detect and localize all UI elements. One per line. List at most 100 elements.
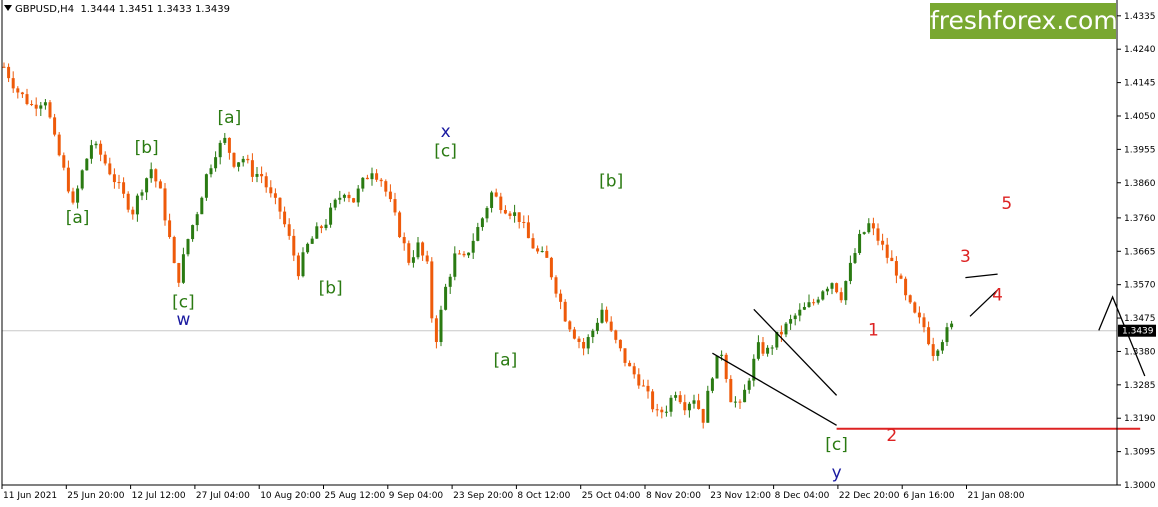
price-chart[interactable]: [a][b][c]w[a][b]x[c][a][b][c]y12345 1.43… bbox=[0, 0, 1158, 507]
candle-body bbox=[927, 327, 931, 345]
y-tick-label: 1.3095 bbox=[1124, 448, 1156, 458]
x-tick-label: 6 Jan 16:00 bbox=[903, 491, 955, 501]
candle-body bbox=[950, 323, 954, 328]
candle-body bbox=[568, 321, 572, 330]
candle-body bbox=[181, 254, 185, 283]
candle-body bbox=[945, 327, 949, 343]
candle-body bbox=[572, 329, 576, 339]
candle bbox=[913, 301, 917, 314]
candle-body bbox=[163, 188, 167, 221]
candle-body bbox=[467, 252, 471, 256]
candle-body bbox=[218, 142, 222, 158]
candle-body bbox=[623, 348, 627, 363]
candle-body bbox=[53, 117, 57, 135]
candle-body bbox=[158, 181, 162, 189]
candle-body bbox=[490, 192, 494, 208]
candle bbox=[821, 290, 825, 301]
candle-body bbox=[177, 263, 181, 283]
candle bbox=[651, 389, 655, 413]
candle-body bbox=[333, 199, 337, 208]
candle-body bbox=[899, 275, 903, 279]
candle-body bbox=[227, 137, 231, 153]
menu-triangle-icon[interactable] bbox=[4, 5, 12, 11]
candle-body bbox=[738, 401, 742, 403]
candle-body bbox=[352, 198, 356, 203]
candle-body bbox=[186, 239, 190, 255]
candle-body bbox=[356, 188, 360, 203]
y-tick-label: 1.4335 bbox=[1124, 12, 1156, 22]
candle-body bbox=[651, 391, 655, 410]
candle-body bbox=[922, 317, 926, 328]
candle-body bbox=[131, 209, 135, 215]
candle bbox=[710, 377, 714, 394]
candle-body bbox=[660, 409, 664, 413]
candle-body bbox=[784, 323, 788, 335]
y-tick-label: 1.3955 bbox=[1124, 145, 1156, 155]
wave-label: 1 bbox=[868, 321, 879, 341]
candle-body bbox=[255, 173, 259, 177]
candle-body bbox=[577, 338, 581, 342]
y-tick-label: 1.3000 bbox=[1124, 481, 1156, 491]
candle-body bbox=[425, 255, 429, 262]
candle-body bbox=[329, 207, 333, 225]
candle-body bbox=[108, 163, 112, 175]
candle-body bbox=[379, 179, 383, 182]
candle-body bbox=[637, 374, 641, 386]
candle-body bbox=[269, 187, 273, 194]
candle-body bbox=[462, 253, 466, 256]
candle-body bbox=[260, 173, 264, 177]
candle-body bbox=[844, 281, 848, 301]
candle-body bbox=[563, 301, 567, 322]
candle-body bbox=[30, 104, 34, 106]
candle-body bbox=[835, 283, 839, 293]
y-tick-label: 1.3665 bbox=[1124, 247, 1156, 257]
candle bbox=[715, 355, 719, 379]
candle-body bbox=[586, 337, 590, 349]
candle-body bbox=[384, 181, 388, 192]
candle-body bbox=[549, 257, 553, 278]
x-tick-label: 10 Aug 20:00 bbox=[260, 491, 321, 501]
candle bbox=[549, 256, 553, 280]
candle-body bbox=[503, 209, 507, 214]
candle-body bbox=[904, 278, 908, 296]
candle-body bbox=[112, 174, 116, 183]
candle-body bbox=[43, 102, 47, 106]
candle-body bbox=[434, 318, 438, 343]
candle-body bbox=[71, 191, 75, 203]
x-tick-label: 22 Dec 20:00 bbox=[839, 491, 900, 501]
candle bbox=[398, 210, 402, 239]
candle bbox=[729, 375, 733, 403]
candle bbox=[172, 235, 176, 264]
candle-body bbox=[724, 354, 728, 379]
candle-body bbox=[802, 306, 806, 310]
wave-label: [b] bbox=[135, 138, 159, 158]
candle bbox=[85, 158, 89, 171]
candle-body bbox=[347, 194, 351, 199]
candle-body bbox=[476, 227, 480, 241]
candle-body bbox=[669, 397, 673, 412]
candle-body bbox=[278, 197, 282, 212]
wave-label: x bbox=[441, 122, 451, 142]
candle bbox=[126, 191, 130, 213]
wave-label: [a] bbox=[494, 351, 518, 371]
candle-body bbox=[338, 197, 342, 200]
x-tick-label: 23 Sep 20:00 bbox=[453, 491, 513, 501]
candle bbox=[204, 173, 208, 201]
candle-body bbox=[646, 385, 650, 392]
candle-body bbox=[34, 104, 38, 109]
candle-body bbox=[140, 192, 144, 196]
candle-body bbox=[517, 212, 521, 222]
candle-body bbox=[536, 248, 540, 252]
candle bbox=[296, 252, 300, 280]
candle-body bbox=[135, 195, 139, 215]
candle-body bbox=[582, 341, 586, 349]
candle-body bbox=[605, 309, 609, 322]
candle-body bbox=[25, 94, 29, 105]
candle-body bbox=[94, 143, 98, 146]
candle-body bbox=[793, 315, 797, 320]
ohlc-values: 1.3444 1.3451 1.3433 1.3439 bbox=[80, 4, 230, 15]
candle-body bbox=[876, 228, 880, 241]
candle-body bbox=[655, 409, 659, 411]
candle bbox=[352, 197, 356, 203]
candle bbox=[444, 283, 448, 311]
